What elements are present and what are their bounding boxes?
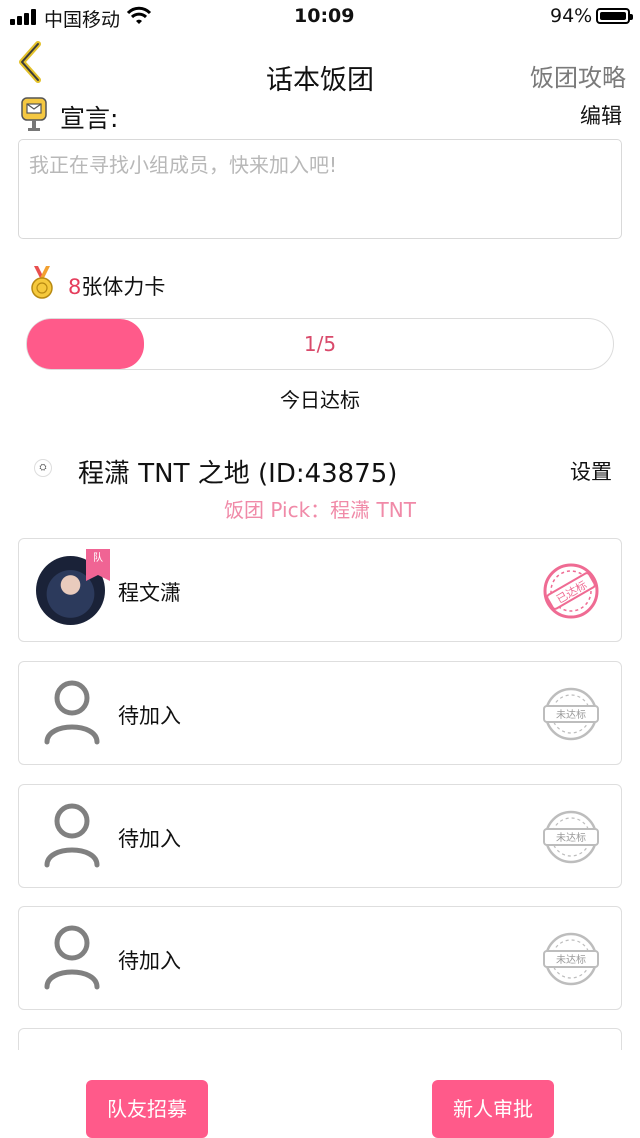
member-card[interactable]: 待加入 未达标 (18, 661, 622, 765)
not-reached-stamp-icon: 未达标 (543, 810, 599, 864)
user-placeholder-icon (44, 680, 100, 745)
wifi-icon (126, 6, 152, 24)
battery-percent: 94% (550, 5, 593, 27)
edit-button[interactable]: 编辑 (580, 100, 622, 130)
member-card[interactable]: 队 程文潇 已达标 (18, 538, 622, 642)
progress-text: 1/5 (303, 332, 337, 356)
progress-caption: 今日达标 (280, 388, 360, 412)
group-icon: ⛭ (34, 459, 52, 477)
stamp-text: 未达标 (556, 954, 586, 966)
signal-icon (10, 9, 40, 25)
recruit-button[interactable]: 队友招募 (86, 1080, 208, 1138)
group-title: 程潇 TNT 之地 (ID:43875) (78, 459, 398, 489)
guide-link[interactable]: 饭团攻略 (530, 58, 626, 93)
stamina-number: 8 (68, 275, 82, 299)
manifesto-label: 宣言: (60, 104, 119, 133)
user-placeholder-icon (44, 803, 100, 868)
member-name: 待加入 (118, 827, 181, 851)
leader-badge: 队 (86, 549, 110, 581)
carrier-name: 中国移动 (44, 9, 121, 31)
user-placeholder-icon (44, 925, 100, 990)
daily-progress-bar: 1/5 (26, 318, 614, 370)
member-card[interactable]: 待加入 未达标 (18, 784, 622, 888)
member-name: 程文潇 (118, 581, 181, 605)
approve-button[interactable]: 新人审批 (432, 1080, 554, 1138)
not-reached-stamp-icon: 未达标 (543, 687, 599, 741)
member-name: 待加入 (118, 949, 181, 973)
reached-stamp-icon: 已达标 (543, 563, 599, 619)
stamp-text: 未达标 (556, 832, 586, 844)
group-pick: 饭团 Pick：程潇 TNT (224, 498, 416, 522)
mailbox-icon (21, 97, 47, 131)
stamina-card-count: 8张体力卡 (68, 271, 165, 301)
battery-icon (596, 8, 633, 24)
stamina-unit: 张体力卡 (81, 275, 166, 299)
stamp-text: 未达标 (556, 709, 586, 721)
status-bar: 中国移动 10:09 94% (0, 0, 640, 34)
medal-icon (31, 266, 53, 299)
member-name: 待加入 (118, 704, 181, 728)
member-card[interactable]: 待加入 未达标 (18, 906, 622, 1010)
settings-button[interactable]: 设置 (570, 456, 612, 486)
member-card-partial (18, 1028, 622, 1050)
manifesto-input[interactable]: 我正在寻找小组成员，快来加入吧! (18, 139, 622, 239)
not-reached-stamp-icon: 未达标 (543, 932, 599, 986)
clock-time: 10:09 (294, 5, 355, 27)
